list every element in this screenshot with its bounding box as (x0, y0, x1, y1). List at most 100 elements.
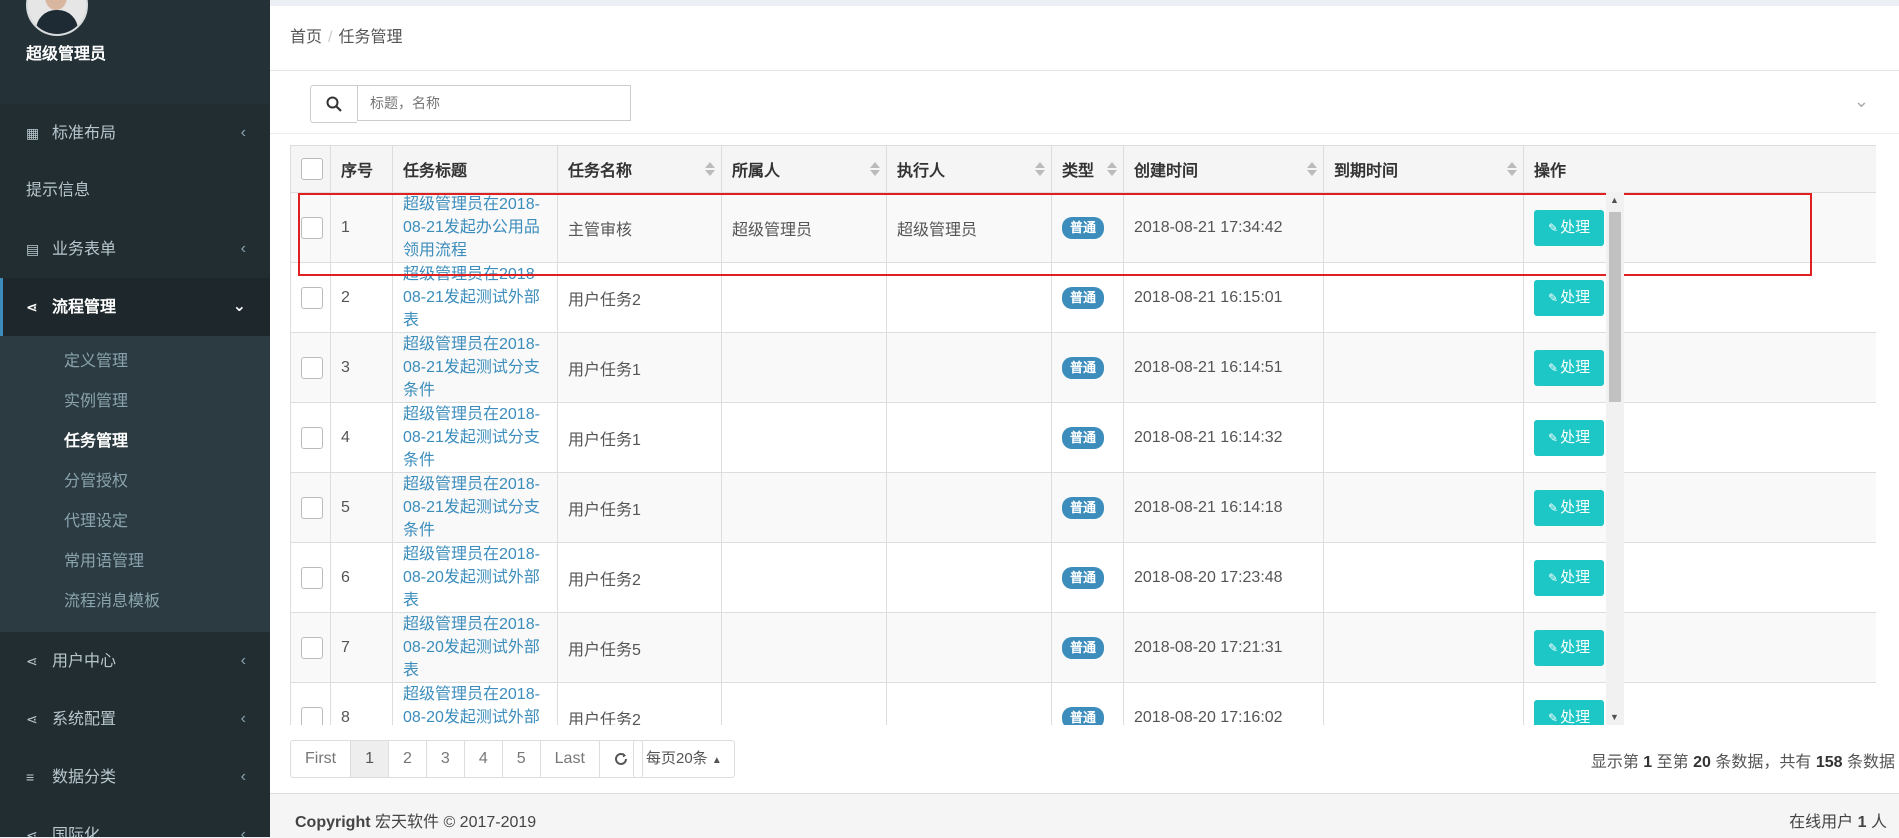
task-title-link[interactable]: 超级管理员在2018-08-21发起测试分支条件 (403, 403, 547, 472)
cell-owner: 超级管理员 (721, 192, 887, 263)
handle-button[interactable]: ✎ 处理 (1534, 279, 1605, 316)
sidebar-item-system-config[interactable]: ⋖ 系统配置 ‹ (0, 690, 270, 748)
page-button-4[interactable]: 4 (463, 740, 503, 778)
row-checkbox[interactable] (301, 286, 323, 309)
task-title-link[interactable]: 超级管理员在2018-08-21发起测试分支条件 (403, 473, 547, 542)
row-checkbox[interactable] (301, 356, 323, 379)
row-checkbox[interactable] (301, 216, 323, 239)
header-executor[interactable]: 执行人 (886, 145, 1052, 193)
handle-button[interactable]: ✎ 处理 (1534, 349, 1605, 386)
task-title-link[interactable]: 超级管理员在2018-08-21发起测试分支条件 (403, 333, 547, 402)
sidebar-item-i18n[interactable]: ⋖ 国际化 ‹ (0, 806, 270, 837)
select-all-checkbox[interactable] (301, 158, 323, 180)
cell-type: 普通 (1051, 332, 1124, 403)
page-size-select[interactable]: 每页20条 ▲ (633, 740, 735, 778)
page-button-3[interactable]: 3 (425, 740, 465, 778)
table-scrollbar[interactable]: ▲ ▼ (1606, 192, 1624, 725)
sidebar-item-user-center[interactable]: ⋖ 用户中心 ‹ (0, 632, 270, 690)
search-input[interactable] (357, 85, 631, 121)
handle-button[interactable]: ✎ 处理 (1534, 419, 1605, 456)
sub-item-task[interactable]: 任务管理 (0, 422, 270, 462)
table-row[interactable]: 4 超级管理员在2018-08-21发起测试分支条件 用户任务1 普通 2018-08-… (290, 402, 1876, 473)
cell-name: 用户任务1 (557, 402, 722, 473)
handle-button[interactable]: ✎ 处理 (1534, 489, 1605, 526)
handle-label: 处理 (1560, 428, 1591, 446)
scroll-down-icon[interactable]: ▼ (1610, 712, 1619, 722)
sub-item-instance[interactable]: 实例管理 (0, 382, 270, 422)
cell-due (1323, 332, 1524, 403)
task-title-link[interactable]: 超级管理员在2018-08-21发起办公用品领用流程 (403, 193, 547, 262)
handle-button[interactable]: ✎ 处理 (1534, 699, 1605, 726)
table-row[interactable]: 2 超级管理员在2018-08-21发起测试外部表 用户任务2 普通 2018-08-2… (290, 262, 1876, 333)
edit-icon: ✎ (1548, 710, 1559, 725)
header-due[interactable]: 到期时间 (1323, 145, 1524, 193)
share-icon: ⋖ (26, 653, 38, 669)
handle-button[interactable]: ✎ 处理 (1534, 629, 1605, 666)
row-checkbox[interactable] (301, 566, 323, 589)
page-info-to-label: 至第 (1656, 754, 1689, 771)
table-row[interactable]: 6 超级管理员在2018-08-20发起测试外部表 用户任务2 普通 2018-08-2… (290, 542, 1876, 613)
sidebar-item-process-management[interactable]: ⋖ 流程管理 ⌄ (0, 278, 270, 336)
breadcrumb-home[interactable]: 首页 (290, 29, 322, 46)
header-owner[interactable]: 所属人 (721, 145, 887, 193)
header-name[interactable]: 任务名称 (557, 145, 722, 193)
sidebar-item-data-category[interactable]: ≡ 数据分类 ‹ (0, 748, 270, 806)
avatar[interactable] (26, 0, 88, 36)
row-checkbox[interactable] (301, 426, 323, 449)
handle-label: 处理 (1560, 708, 1591, 726)
row-checkbox[interactable] (301, 636, 323, 659)
row-checkbox-cell (290, 332, 331, 403)
page-last-button[interactable]: Last (539, 740, 600, 778)
table-row[interactable]: 5 超级管理员在2018-08-21发起测试分支条件 用户任务1 普通 2018-08-… (290, 472, 1876, 543)
task-title-link[interactable]: 超级管理员在2018-08-21发起测试外部表 (403, 263, 547, 332)
cell-name: 用户任务5 (557, 612, 722, 683)
sub-item-phrases[interactable]: 常用语管理 (0, 542, 270, 582)
chevron-down-icon[interactable]: ⌄ (1854, 91, 1869, 112)
cell-executor: 超级管理员 (886, 192, 1052, 263)
handle-label: 处理 (1560, 218, 1591, 236)
table-row[interactable]: 1 超级管理员在2018-08-21发起办公用品领用流程 主管审核 超级管理员 超级管理… (290, 192, 1876, 263)
page-info-prefix: 显示第 (1590, 754, 1639, 771)
task-title-link[interactable]: 超级管理员在2018-08-20发起测试外部表 (403, 613, 547, 682)
sub-item-definition[interactable]: 定义管理 (0, 342, 270, 382)
page-first-button[interactable]: First (290, 740, 352, 778)
grid-icon: ▦ (26, 125, 40, 141)
handle-button[interactable]: ✎ 处理 (1534, 559, 1605, 596)
cell-owner (721, 612, 887, 683)
row-checkbox[interactable] (301, 496, 323, 519)
scroll-up-icon[interactable]: ▲ (1610, 195, 1619, 205)
edit-icon: ✎ (1548, 220, 1559, 235)
type-badge: 普通 (1062, 426, 1105, 449)
search-icon (326, 96, 342, 112)
header-title: 任务标题 (392, 145, 558, 193)
row-checkbox-cell (290, 682, 331, 725)
table-row[interactable]: 3 超级管理员在2018-08-21发起测试分支条件 用户任务1 普通 2018-08-… (290, 332, 1876, 403)
sub-item-authorization[interactable]: 分管授权 (0, 462, 270, 502)
page-info-mid: 条数据，共有 (1715, 754, 1812, 771)
page-button-2[interactable]: 2 (388, 740, 427, 778)
row-checkbox[interactable] (301, 706, 323, 725)
sidebar-item-standard-layout[interactable]: ▦ 标准布局 ‹ (0, 104, 270, 162)
task-title-link[interactable]: 超级管理员在2018-08-20发起测试外部表 (403, 543, 547, 612)
search-button[interactable] (310, 85, 357, 123)
sidebar-item-business-form[interactable]: ▤ 业务表单 ‹ (0, 220, 270, 278)
cell-due (1323, 682, 1524, 725)
scrollbar-thumb[interactable] (1609, 212, 1621, 402)
cell-due (1323, 472, 1524, 543)
page-button-1[interactable]: 1 (350, 740, 390, 778)
chevron-left-icon: ‹ (240, 240, 246, 257)
header-type[interactable]: 类型 (1051, 145, 1124, 193)
sub-item-msg-template[interactable]: 流程消息模板 (0, 582, 270, 622)
header-created[interactable]: 创建时间 (1123, 145, 1324, 193)
sidebar-item-tips[interactable]: 提示信息 (0, 162, 270, 220)
type-badge: 普通 (1062, 636, 1105, 659)
task-title-link[interactable]: 超级管理员在2018-08-20发起测试外部表 (403, 683, 547, 725)
table-row[interactable]: 8超级管理员在2018-08-20发起测试外部表用户任务2 普通 2018-08-2… (290, 682, 1876, 726)
sub-item-agent[interactable]: 代理设定 (0, 502, 270, 542)
copyright-label: Copyright (295, 814, 371, 831)
handle-button[interactable]: ✎ 处理 (1534, 209, 1605, 246)
cell-name: 用户任务1 (557, 472, 722, 543)
header-no: 序号 (330, 145, 393, 193)
table-row[interactable]: 7 超级管理员在2018-08-20发起测试外部表 用户任务5 普通 2018-08-2… (290, 612, 1876, 683)
page-button-5[interactable]: 5 (501, 740, 541, 778)
